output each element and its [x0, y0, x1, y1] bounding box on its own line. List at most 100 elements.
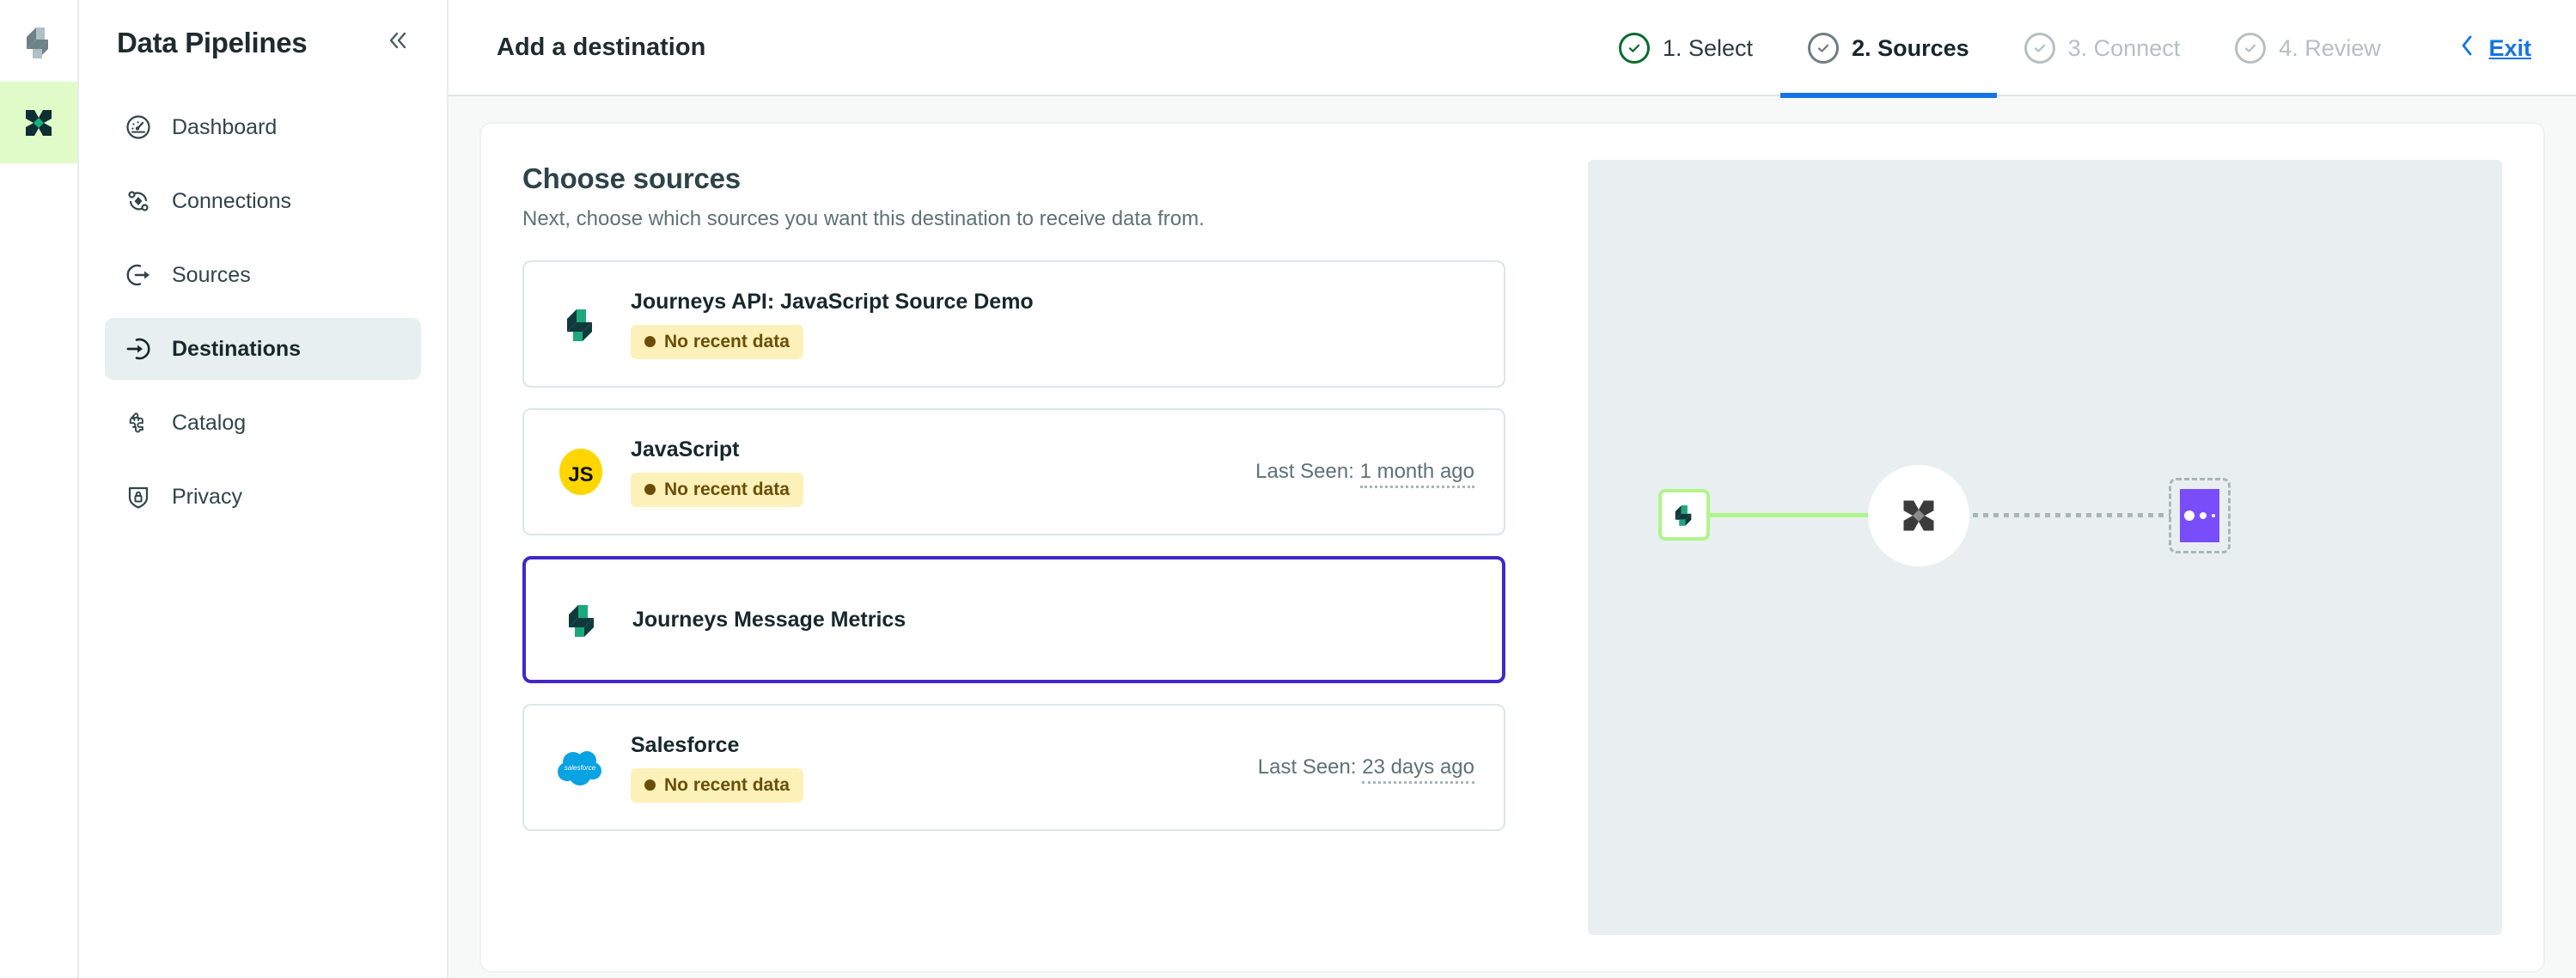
source-name: Journeys API: JavaScript Source Demo [631, 289, 1034, 314]
last-seen-label: Last Seen: [1257, 755, 1357, 779]
dest-dot-large [2184, 510, 2194, 521]
journeys-logo-icon [1675, 505, 1692, 526]
collapse-sidebar-button[interactable] [378, 23, 416, 63]
main-region: Add a destination 1. Select 2. Sources 3… [449, 0, 2576, 978]
wizard-step-select[interactable]: 1. Select [1591, 0, 1780, 96]
sidebar-nav: Dashboard Connections Sources Destinatio… [79, 83, 447, 528]
status-badge: No recent data [631, 767, 803, 803]
sidebar-item-catalog[interactable]: Catalog [105, 392, 421, 454]
source-name: Salesforce [631, 732, 740, 757]
diagram-source-node[interactable] [1658, 489, 1710, 541]
journeys-logo-icon [27, 27, 48, 58]
sidebar-item-sources[interactable]: Sources [105, 244, 421, 306]
status-dot-icon [644, 484, 656, 495]
wizard-topbar: Add a destination 1. Select 2. Sources 3… [449, 0, 2576, 98]
source-card-body: Journeys API: JavaScript Source Demo No … [631, 290, 1474, 359]
brand-logo[interactable] [0, 0, 77, 82]
source-card-journeys-api[interactable]: Journeys API: JavaScript Source Demo No … [522, 260, 1505, 388]
puzzle-icon [124, 408, 153, 437]
wizard-stepper: 1. Select 2. Sources 3. Connect 4. Revie… [1591, 0, 2408, 98]
source-list: Journeys API: JavaScript Source Demo No … [522, 260, 1505, 831]
diagram-edge-hub-to-destination [1973, 513, 2170, 517]
sidebar-item-label: Catalog [172, 410, 247, 435]
source-name: JavaScript [631, 437, 740, 461]
source-chooser: Choose sources Next, choose which source… [481, 124, 1547, 971]
source-card-body: Salesforce No recent data [631, 733, 1237, 803]
pipeline-preview [1547, 124, 2543, 971]
source-card-body: Journeys Message Metrics [632, 608, 1473, 633]
sidebar-item-label: Connections [172, 188, 291, 213]
rail-item-data-pipelines[interactable] [0, 82, 77, 163]
sidebar-header: Data Pipelines [79, 3, 447, 83]
svg-text:salesforce: salesforce [565, 764, 596, 772]
sidebar-item-label: Privacy [172, 484, 242, 509]
sidebar-item-label: Destinations [172, 336, 302, 361]
wizard-step-sources[interactable]: 2. Sources [1780, 0, 1997, 98]
status-badge-label: No recent data [664, 479, 790, 499]
status-badge-label: No recent data [664, 774, 790, 795]
source-card-body: JavaScript No recent data [631, 437, 1235, 507]
javascript-js-icon: JS [553, 444, 608, 499]
dest-dot-medium [2200, 512, 2207, 519]
status-badge: No recent data [631, 324, 803, 359]
source-card-journeys-message-metrics[interactable]: Journeys Message Metrics [522, 556, 1505, 683]
shield-lock-icon [124, 482, 153, 511]
last-seen: Last Seen: 23 days ago [1257, 755, 1474, 784]
check-circle-icon [2235, 33, 2267, 64]
status-badge-label: No recent data [664, 331, 790, 351]
status-badge: No recent data [631, 472, 803, 507]
section-title: Choose sources [522, 162, 741, 194]
page-title: Add a destination [497, 33, 706, 61]
x-mark-icon [26, 109, 52, 136]
source-arrow-icon [124, 260, 153, 290]
app-root: Data Pipelines Dashboard Connections Sou… [0, 0, 2576, 978]
destination-arrow-icon [124, 334, 153, 364]
x-mark-icon [1903, 500, 1934, 531]
sidebar-item-label: Dashboard [172, 114, 278, 139]
pipeline-diagram [1588, 160, 2502, 935]
check-circle-icon [2024, 33, 2055, 64]
sidebar-item-connections[interactable]: Connections [105, 170, 421, 232]
wizard-step-review[interactable]: 4. Review [2207, 0, 2408, 96]
check-circle-icon [1619, 33, 1650, 64]
product-rail [0, 0, 79, 978]
wizard-panel: Choose sources Next, choose which source… [479, 122, 2545, 973]
last-seen-label: Last Seen: [1255, 460, 1354, 483]
exit-button[interactable]: Exit [2457, 0, 2531, 96]
wizard-step-connect[interactable]: 3. Connect [1997, 0, 2208, 96]
sidebar-item-destinations[interactable]: Destinations [105, 318, 421, 380]
sidebar: Data Pipelines Dashboard Connections Sou… [79, 0, 449, 978]
status-dot-icon [644, 336, 656, 347]
last-seen-value[interactable]: 1 month ago [1359, 460, 1474, 488]
connections-icon [124, 186, 153, 216]
status-dot-icon [644, 779, 656, 791]
wizard-step-label: 3. Connect [2067, 34, 2181, 61]
chevron-double-left-icon [389, 32, 406, 49]
journeys-logo-icon [555, 592, 610, 647]
last-seen-value[interactable]: 23 days ago [1362, 755, 1474, 784]
section-subtitle: Next, choose which sources you want this… [522, 207, 1205, 230]
sidebar-item-label: Sources [172, 262, 251, 287]
diagram-destination-slot[interactable] [2169, 478, 2231, 553]
exit-label: Exit [2488, 34, 2531, 61]
sidebar-item-privacy[interactable]: Privacy [105, 466, 421, 528]
last-seen: Last Seen: 1 month ago [1255, 460, 1474, 488]
diagram-hub-node [1868, 465, 1969, 566]
wizard-step-label: 1. Select [1663, 34, 1754, 61]
source-card-javascript[interactable]: JS JavaScript No recent data Last Seen: … [522, 408, 1505, 535]
sidebar-title: Data Pipelines [117, 27, 308, 58]
wizard-step-label: 4. Review [2279, 34, 2381, 61]
salesforce-cloud-icon: salesforce [553, 740, 608, 795]
sidebar-item-dashboard[interactable]: Dashboard [105, 96, 421, 158]
check-circle-icon [1808, 33, 1840, 64]
content-area: Choose sources Next, choose which source… [449, 96, 2576, 978]
source-name: Journeys Message Metrics [632, 607, 906, 632]
gauge-icon [124, 113, 153, 142]
svg-text:JS: JS [568, 463, 593, 486]
chevron-left-icon [2457, 33, 2476, 64]
journeys-logo-icon [553, 296, 608, 351]
wizard-step-label: 2. Sources [1852, 34, 1969, 61]
destination-placeholder-icon [2180, 489, 2219, 542]
source-card-salesforce[interactable]: salesforce Salesforce No recent data Las… [522, 704, 1505, 831]
dest-dot-small [2212, 514, 2215, 517]
